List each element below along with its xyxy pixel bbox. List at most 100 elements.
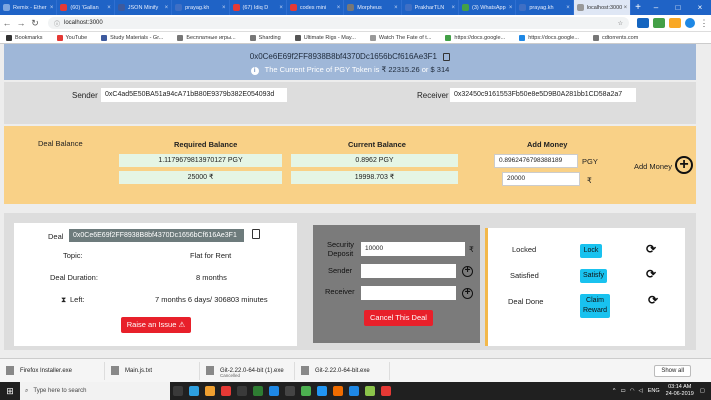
receiver-label: Receiver: [417, 91, 449, 100]
sender-input[interactable]: [361, 264, 456, 278]
tab-close-icon[interactable]: ×: [279, 5, 283, 11]
browser-tab[interactable]: Remix - Ether ×: [0, 0, 58, 15]
wifi-icon[interactable]: ◠: [630, 388, 635, 394]
download-item[interactable]: Main.js.txt: [105, 361, 200, 380]
taskbar-app-icon[interactable]: [298, 382, 314, 400]
bookmark-star-icon[interactable]: ☆: [618, 20, 623, 27]
bookmark-item[interactable]: YouTube: [56, 34, 87, 41]
browser-tab[interactable]: codes mini ×: [287, 0, 345, 15]
tab-close-icon[interactable]: ×: [222, 5, 226, 11]
bookmark-label: Bookmarks: [15, 34, 43, 41]
taskbar-app-icon[interactable]: [250, 382, 266, 400]
taskbar-app-icon[interactable]: [378, 382, 394, 400]
extension-icon[interactable]: [669, 18, 681, 28]
browser-tab[interactable]: PrakharTLN ×: [402, 0, 459, 15]
refresh-icon[interactable]: ⟳: [646, 268, 657, 280]
bookmark-item[interactable]: cdtorrents.com: [592, 34, 638, 41]
taskbar-app-icon[interactable]: [362, 382, 378, 400]
battery-icon[interactable]: ▭: [620, 388, 625, 394]
bookmark-item[interactable]: Bookmarks: [6, 34, 43, 41]
profile-avatar[interactable]: [685, 18, 695, 28]
deal-done-label: Deal Done: [508, 297, 544, 306]
browser-tab[interactable]: prayag.kh ×: [516, 0, 574, 15]
tab-close-icon[interactable]: ×: [509, 5, 513, 11]
sender-label: Sender: [328, 266, 353, 275]
bookmark-item[interactable]: https://docs.google...: [519, 34, 579, 41]
bookmark-item[interactable]: Бесплатные игры...: [177, 34, 236, 41]
reload-icon[interactable]: ↻: [28, 18, 42, 29]
file-icon: [111, 366, 119, 375]
price-prefix: The Current Price of PGY Token is: [264, 65, 380, 74]
copy-icon[interactable]: [252, 229, 260, 239]
tab-close-icon[interactable]: ×: [337, 5, 341, 11]
tab-close-icon[interactable]: ×: [165, 5, 169, 11]
browser-tab[interactable]: JSON Minify ×: [115, 0, 173, 15]
download-item[interactable]: Git-2.22.0-64-bit (1).exe Cancelled: [200, 361, 295, 380]
tab-close-icon[interactable]: ×: [50, 5, 54, 11]
bookmark-favicon-icon: [445, 34, 452, 41]
cancel-deal-button[interactable]: Cancel This Deal: [364, 310, 433, 326]
tray-up-icon[interactable]: ^: [613, 388, 616, 394]
browser-tab[interactable]: prayag.kh ×: [172, 0, 230, 15]
tab-close-icon[interactable]: ×: [394, 5, 398, 11]
raise-issue-button[interactable]: Raise an Issue ⚠: [121, 317, 191, 333]
add-receiver-plus-icon[interactable]: +: [462, 288, 473, 299]
download-item[interactable]: Firefox Installer.exe: [0, 361, 105, 380]
add-money-plus-icon[interactable]: +: [675, 156, 693, 174]
taskbar-app-icon[interactable]: [170, 382, 186, 400]
copy-icon[interactable]: [443, 52, 451, 61]
taskbar-app-icon[interactable]: [330, 382, 346, 400]
browser-tab[interactable]: (67) Idiq D ×: [230, 0, 287, 15]
menu-icon[interactable]: ⋮: [697, 18, 711, 29]
taskbar-app-icon[interactable]: [282, 382, 298, 400]
tab-close-icon[interactable]: ×: [566, 5, 570, 11]
address-bar[interactable]: ⓘ localhost:3000 ☆: [48, 17, 629, 29]
browser-tab[interactable]: localhost:3000 ×: [573, 0, 632, 15]
satisfy-button[interactable]: Satisfy: [580, 269, 607, 283]
refresh-icon[interactable]: ⟳: [648, 294, 659, 306]
language[interactable]: ENG: [648, 388, 660, 394]
add-pgy-input[interactable]: 0.8962476798388189: [494, 154, 578, 168]
lock-button[interactable]: Lock: [580, 244, 602, 258]
maximize-icon[interactable]: □: [667, 3, 689, 12]
taskbar-search[interactable]: ⌕ Type here to search: [20, 382, 170, 400]
add-sender-plus-icon[interactable]: +: [462, 266, 473, 277]
tab-close-icon[interactable]: ×: [451, 5, 455, 11]
tab-close-icon[interactable]: ×: [624, 5, 628, 11]
back-icon[interactable]: ←: [0, 18, 14, 28]
tab-close-icon[interactable]: ×: [107, 5, 111, 11]
extension-icon[interactable]: [653, 18, 665, 28]
browser-tab[interactable]: (3) WhatsApp ×: [459, 0, 517, 15]
windows-start-icon[interactable]: ⊞: [0, 386, 20, 397]
taskbar-app-icon[interactable]: [266, 382, 282, 400]
browser-tab[interactable]: (60) 'Gallan ×: [57, 0, 115, 15]
taskbar-app-icon[interactable]: [346, 382, 362, 400]
receiver-input[interactable]: [361, 286, 456, 300]
notifications-icon[interactable]: ▢: [700, 388, 705, 394]
new-tab-icon[interactable]: +: [631, 2, 645, 13]
taskbar-app-icon[interactable]: [314, 382, 330, 400]
download-item[interactable]: Git-2.22.0-64-bit.exe: [295, 361, 390, 380]
forward-icon[interactable]: →: [14, 18, 28, 28]
claim-reward-button[interactable]: Claim Reward: [580, 294, 610, 318]
show-all-button[interactable]: Show all: [654, 364, 691, 377]
taskbar-app-icon[interactable]: [202, 382, 218, 400]
taskbar-app-icon[interactable]: [234, 382, 250, 400]
taskbar-app-icon[interactable]: [218, 382, 234, 400]
browser-tab[interactable]: Morpheus ×: [344, 0, 402, 15]
security-deposit-input[interactable]: 10000: [361, 242, 465, 256]
minimize-icon[interactable]: –: [645, 3, 667, 12]
close-window-icon[interactable]: ×: [689, 3, 711, 12]
extension-icon[interactable]: [637, 18, 649, 28]
clock-date: 24-06-2019: [665, 391, 694, 397]
bookmark-item[interactable]: Sharding: [249, 34, 281, 41]
bookmark-item[interactable]: Study Materials - Gr...: [101, 34, 163, 41]
refresh-icon[interactable]: ⟳: [646, 243, 657, 255]
volume-icon[interactable]: ◁: [639, 388, 643, 394]
bookmark-item[interactable]: Watch The Fate of t...: [369, 34, 431, 41]
add-inr-input[interactable]: 20000: [502, 172, 580, 186]
taskbar-app-icon[interactable]: [186, 382, 202, 400]
bookmark-item[interactable]: Ultimate Rigs - May...: [294, 34, 356, 41]
clock[interactable]: 03:14 AM 24-06-2019: [666, 384, 694, 398]
bookmark-item[interactable]: https://docs.google...: [445, 34, 505, 41]
